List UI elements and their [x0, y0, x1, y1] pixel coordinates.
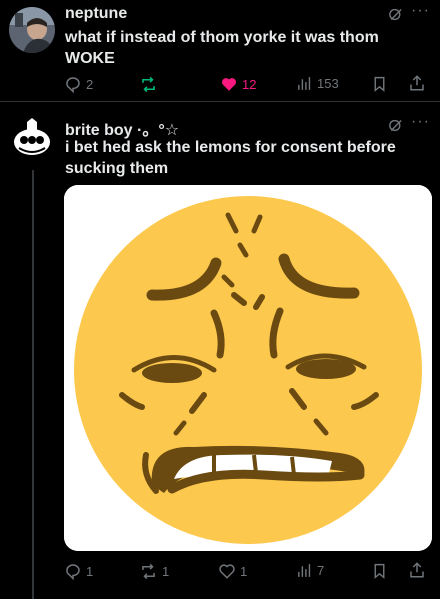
share-icon[interactable] — [408, 74, 426, 97]
share-icon[interactable] — [408, 561, 426, 584]
like-button[interactable]: 1 — [218, 562, 247, 580]
reply-button[interactable]: 1 — [64, 562, 93, 580]
grok-icon[interactable] — [387, 117, 404, 139]
reply-button[interactable]: 2 — [64, 75, 93, 93]
like-count: 1 — [240, 563, 248, 579]
like-count: 12 — [242, 76, 257, 92]
avatar-image — [9, 7, 55, 53]
avatar[interactable] — [9, 116, 55, 162]
reply-icon — [66, 564, 80, 580]
thread-line-bottom — [32, 170, 34, 599]
views-button[interactable]: 153 — [296, 75, 339, 92]
bookmark-icon[interactable] — [371, 562, 388, 585]
divider — [0, 101, 440, 102]
post-text: what if instead of thom yorke it was tho… — [65, 29, 379, 67]
repost-button[interactable]: 1 — [139, 562, 169, 581]
grok-icon[interactable] — [387, 6, 404, 28]
views-button[interactable]: 7 — [296, 562, 324, 579]
more-icon[interactable]: ··· — [411, 2, 430, 20]
views-count: 153 — [317, 76, 339, 91]
views-count: 7 — [317, 563, 325, 578]
views-icon — [298, 77, 311, 90]
post-image[interactable] — [64, 185, 432, 551]
grimace-emoji-image — [64, 185, 432, 551]
username[interactable]: neptune — [65, 5, 127, 23]
reply-icon — [66, 77, 80, 93]
like-icon — [222, 78, 236, 91]
views-icon — [298, 564, 311, 577]
more-icon[interactable]: ··· — [411, 113, 430, 131]
reply-count: 1 — [86, 563, 94, 579]
repost-icon — [142, 76, 155, 93]
repost-count: 1 — [162, 564, 170, 579]
like-icon — [219, 564, 235, 579]
repost-button[interactable] — [139, 75, 158, 94]
avatar[interactable] — [9, 7, 55, 53]
bookmark-icon[interactable] — [371, 75, 388, 98]
repost-icon — [142, 563, 155, 580]
like-button[interactable]: 12 — [220, 75, 256, 93]
post-text: i bet hed ask the lemons for consent bef… — [65, 139, 396, 177]
avatar-image — [9, 116, 55, 162]
reply-count: 2 — [86, 76, 94, 92]
